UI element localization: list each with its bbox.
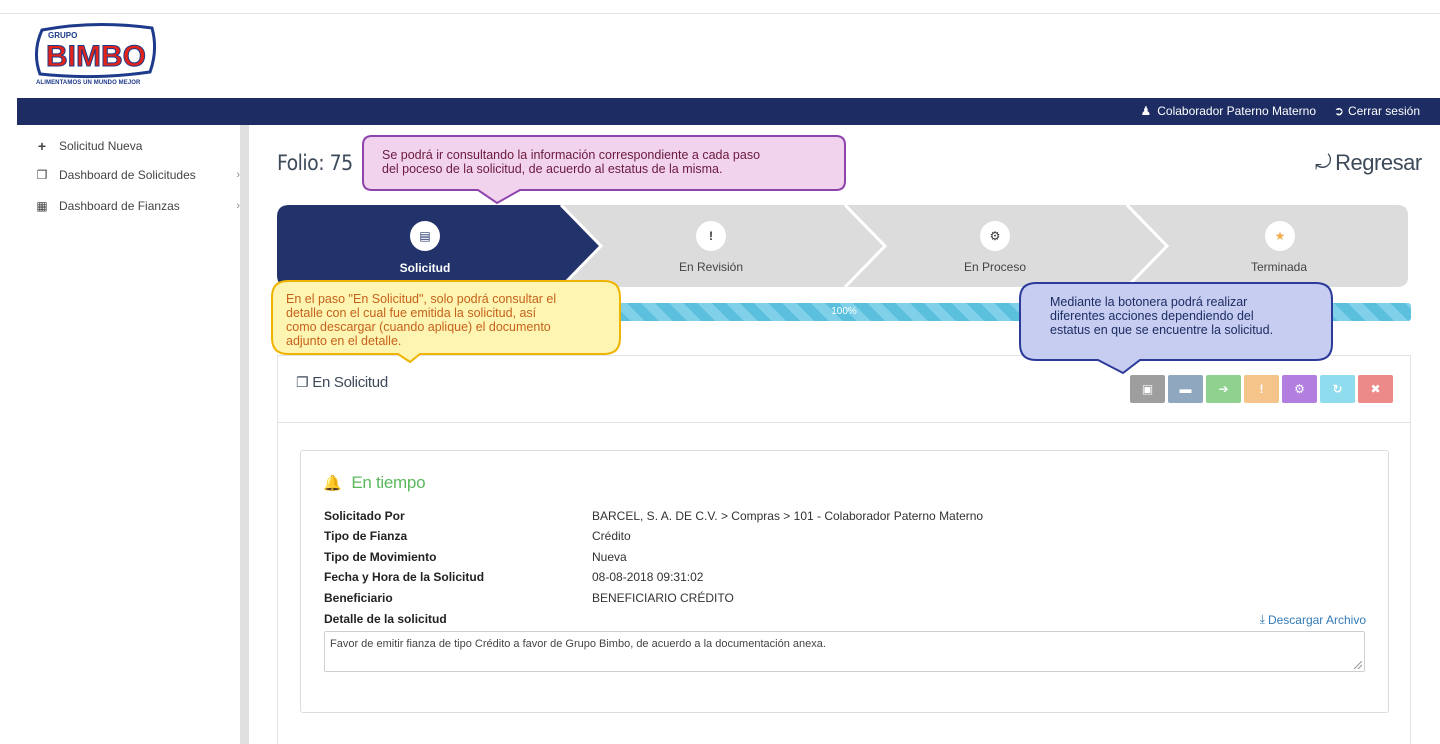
sidebar: + Solicitud Nueva ❐ Dashboard de Solicit… [17,125,240,744]
status-text: En tiempo [351,473,426,492]
documents-icon: ❐ [36,168,48,182]
table-icon: ▦ [36,199,48,213]
resize-handle[interactable] [1354,661,1362,669]
sidebar-item-dashboard-solicitudes[interactable]: ❐ Dashboard de Solicitudes › [35,168,240,182]
user-icon: ♟ [1140,104,1152,118]
sidebar-item-label: Solicitud Nueva [59,139,143,153]
download-label: Descargar Archivo [1267,612,1366,627]
progress-label: 100% [831,306,857,317]
field-value: Nueva [592,550,627,564]
field-key: Tipo de Fianza [324,529,408,543]
page-title: Folio: 75 [277,151,353,175]
step-label-terminada: Terminada [1250,260,1308,274]
refresh-icon: ↻ [1332,382,1343,396]
detail-label: Detalle de la solicitud [324,612,447,626]
plus-icon: + [37,138,47,154]
status-badge: 🔔 En tiempo [323,473,426,493]
reply-all-icon: ⤾ [1315,151,1332,174]
cancel-button[interactable]: ✖ [1358,375,1393,403]
request-detail-card: 🔔 En tiempo Solicitado Por BARCEL, S. A.… [300,450,1389,713]
copy-icon: ❐ [296,374,309,390]
comment-icon: ▬ [1179,382,1192,396]
gears-icon: ⚙ [980,221,1010,251]
sign-out-icon: ➲ [1333,104,1344,118]
top-divider [0,13,1440,14]
back-label: Regresar [1335,150,1422,175]
document-icon: ▤ [410,221,440,251]
field-value: BARCEL, S. A. DE C.V. > Compras > 101 - … [592,509,984,523]
field-value: BENEFICIARIO CRÉDITO [592,591,734,605]
pdf-button[interactable]: ▣ [1130,375,1165,403]
back-button[interactable]: ⤾ Regresar [1315,150,1422,176]
logout-link[interactable]: ➲ Cerrar sesión [1334,104,1420,118]
callout-text: En el paso "En Solicitud", solo podrá co… [286,292,557,348]
step-label-solicitud: Solicitud [399,261,451,275]
callout-steps-info: Se podrá ir consultando la información c… [362,135,846,205]
sidebar-item-solicitud-nueva[interactable]: + Solicitud Nueva [35,138,240,154]
logo-main-text: BIMBO [46,40,146,73]
callout-toolbar-info: Mediante la botonera podrá realizar dife… [1018,282,1334,375]
exclamation-icon: ! [1259,382,1264,396]
field-key: Tipo de Movimiento [324,550,437,564]
close-icon: ✖ [1370,382,1381,396]
field-value: 08-08-2018 09:31:02 [592,570,704,584]
sidebar-border [240,125,249,744]
logo-top-text: GRUPO [48,31,77,40]
field-key: Beneficiario [324,591,393,605]
field-key: Solicitado Por [324,509,405,523]
field-key: Fecha y Hora de la Solicitud [324,570,485,584]
sidebar-item-label: Dashboard de Fianzas [59,199,180,213]
bell-icon: 🔔 [323,475,342,492]
callout-text: Se podrá ir consultando la información c… [382,148,761,176]
comment-button[interactable]: ▬ [1168,375,1203,403]
download-file-link[interactable]: ⤓ Descargar Archivo [1260,612,1366,627]
panel-title-text: En Solicitud [312,374,388,391]
alert-button[interactable]: ! [1244,375,1279,403]
star-icon: ★ [1265,221,1295,251]
sidebar-item-dashboard-fianzas[interactable]: ▦ Dashboard de Fianzas › [35,199,240,213]
gears-icon: ⚙ [1294,382,1305,396]
detail-text: Favor de emitir fianza de tipo Crédito a… [330,638,826,650]
field-value: Crédito [592,529,631,543]
logout-label: Cerrar sesión [1347,104,1420,118]
callout-solicitud-info: En el paso "En Solicitud", solo podrá co… [270,280,622,364]
process-button[interactable]: ⚙ [1282,375,1317,403]
logo-tagline: ALIMENTAMOS UN MUNDO MEJOR [36,80,141,86]
detail-textarea[interactable]: Favor de emitir fianza de tipo Crédito a… [324,631,1365,672]
download-icon: ⤓ [1259,612,1265,626]
request-panel: ❐ En Solicitud ▣ ▬ ➔ ! ⚙ ↻ ✖ 🔔 En tiempo… [277,355,1411,744]
action-toolbar: ▣ ▬ ➔ ! ⚙ ↻ ✖ [1130,375,1393,403]
step-shape-terminada[interactable] [1127,205,1408,287]
user-name: Colaborador Paterno Materno [1157,104,1316,118]
panel-title: ❐ En Solicitud [296,374,388,391]
sidebar-item-label: Dashboard de Solicitudes [59,168,196,182]
status-steps: ▤ Solicitud ! En Revisión ⚙ En Proceso ★… [277,205,1408,287]
arrow-right-icon: ➔ [1218,382,1229,396]
refresh-button[interactable]: ↻ [1320,375,1355,403]
file-pdf-icon: ▣ [1141,382,1154,396]
forward-button[interactable]: ➔ [1206,375,1241,403]
user-menu[interactable]: ♟ Colaborador Paterno Materno [1140,104,1316,118]
step-shape-en-revision[interactable] [561,205,885,287]
step-label-en-revision: En Revisión [678,260,744,274]
logo-graphic: GRUPO BIMBO [35,22,157,79]
callout-text: Mediante la botonera podrá realizar dife… [1050,295,1274,337]
exclamation-icon: ! [696,221,726,251]
step-label-en-proceso: En Proceso [963,260,1027,274]
top-navbar: ♟ Colaborador Paterno Materno ➲ Cerrar s… [17,98,1440,125]
